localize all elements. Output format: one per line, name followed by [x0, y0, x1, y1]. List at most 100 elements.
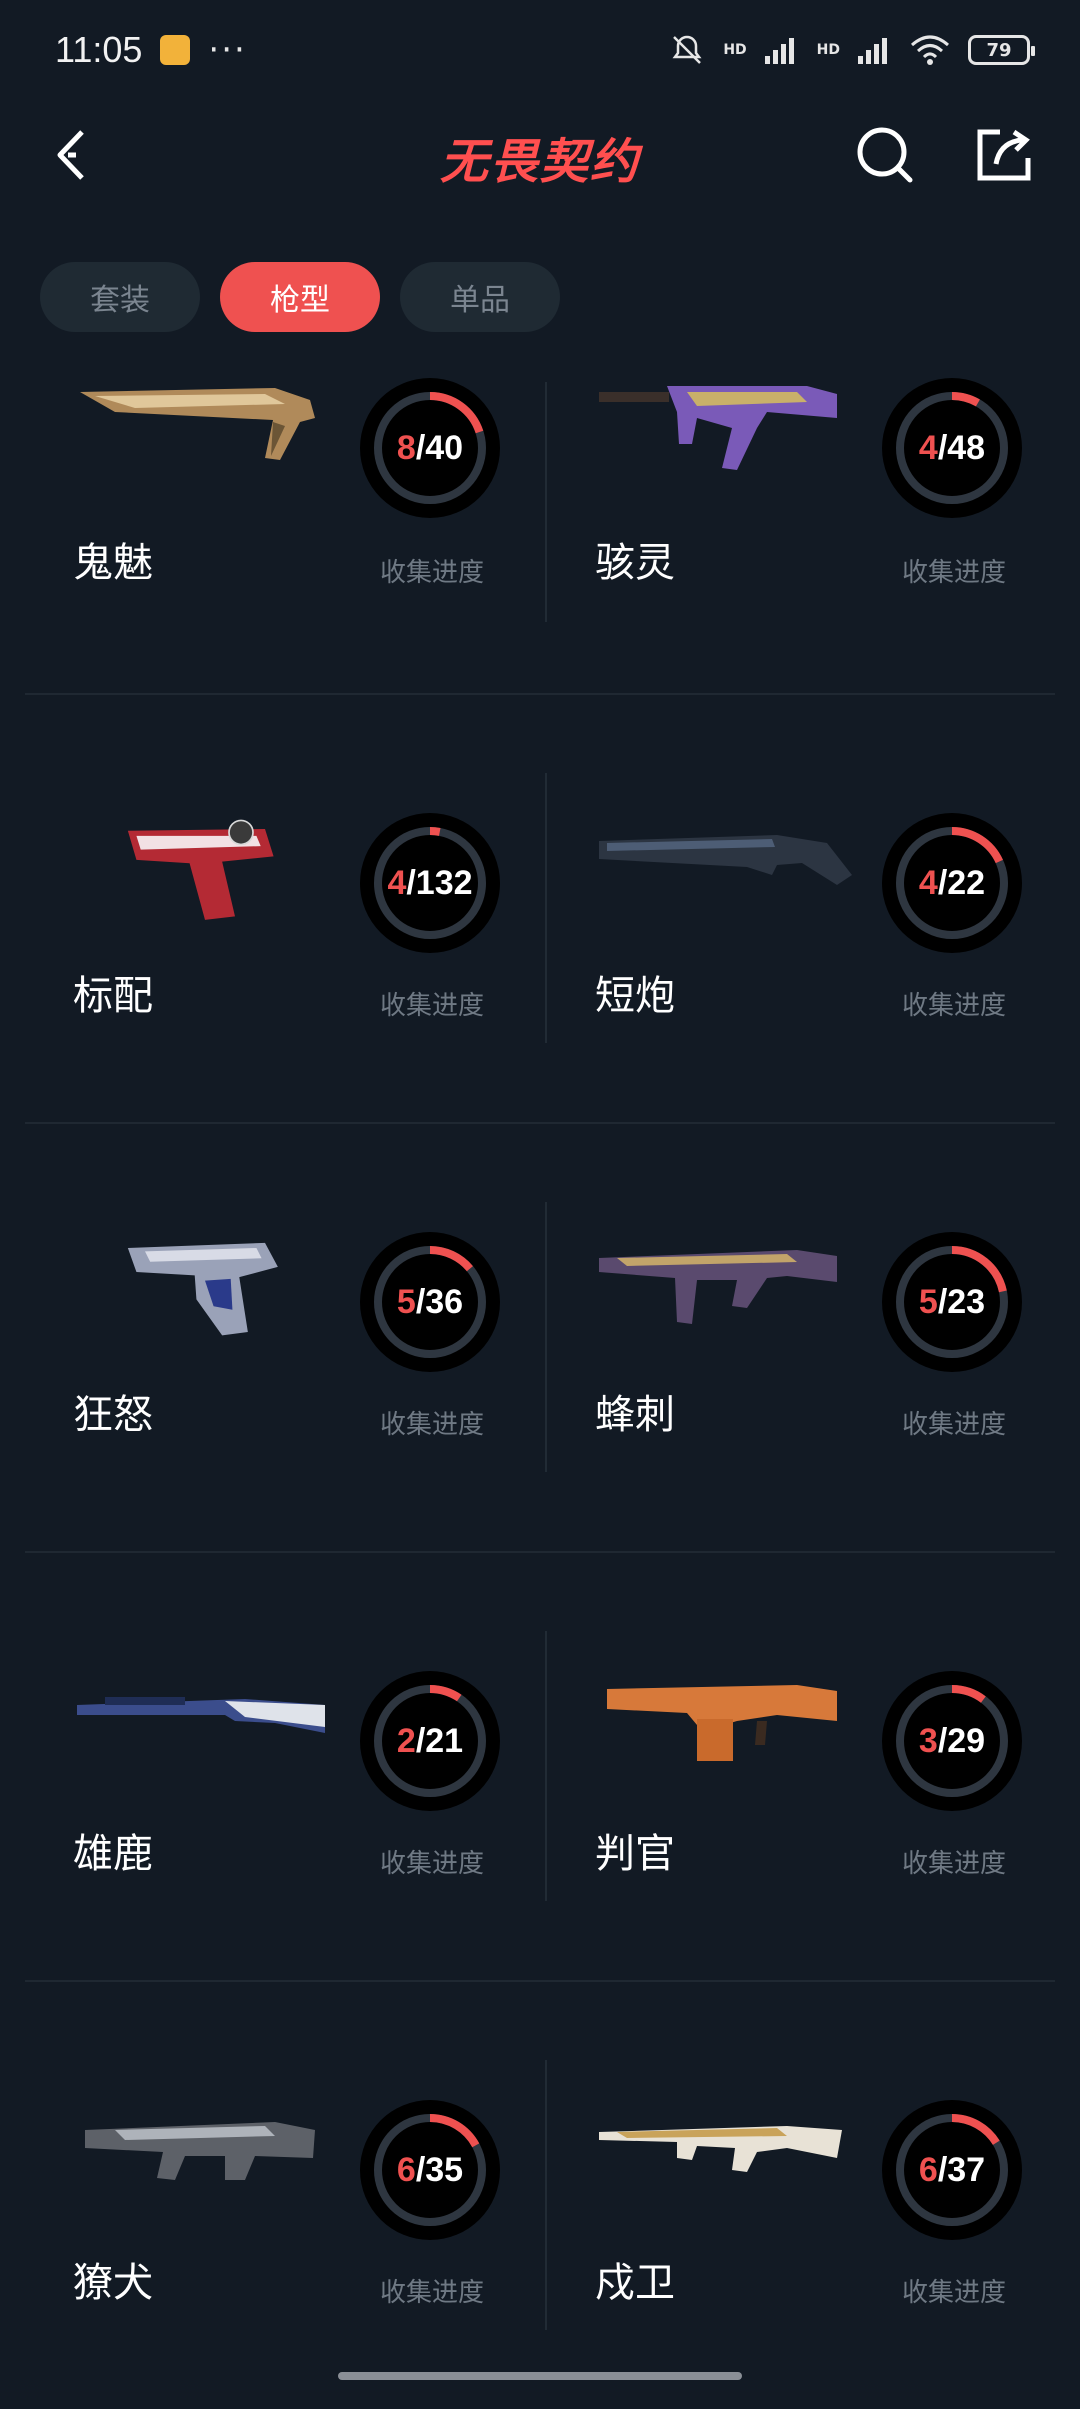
- status-time: 11:05: [55, 29, 143, 70]
- total-count: /48: [937, 428, 986, 467]
- mute-bell-icon: [672, 35, 702, 64]
- weapon-card[interactable]: 6/35 獠犬 收集进度: [25, 1982, 540, 2409]
- progress-label: 收集进度: [902, 2278, 1007, 2308]
- collected-count: 4: [918, 863, 938, 902]
- progress-count: 6/37: [882, 2100, 1022, 2240]
- weapon-image-pistol: [80, 388, 315, 460]
- progress-label: 收集进度: [380, 558, 485, 588]
- collected-count: 5: [918, 1282, 938, 1321]
- weapon-row: 4/132 标配 收集进度 4/22 短炮 收集进度: [25, 695, 1055, 1124]
- progress-count: 4/22: [882, 813, 1022, 953]
- progress-count: 6/35: [360, 2100, 500, 2240]
- progress-label: 收集进度: [380, 1849, 485, 1879]
- weapon-name: 判官: [595, 1831, 675, 1877]
- weapon-name: 雄鹿: [73, 1831, 153, 1877]
- weapon-name: 短炮: [595, 973, 675, 1019]
- total-count: /132: [406, 863, 473, 902]
- search-button[interactable]: [850, 120, 920, 190]
- collected-count: 5: [396, 1282, 416, 1321]
- weapon-image-rifle: [599, 2126, 842, 2172]
- total-count: /35: [415, 2150, 464, 2189]
- wifi-icon: [911, 35, 949, 65]
- weapon-row: 5/36 狂怒 收集进度 5/23 蜂刺 收集进度: [25, 1124, 1055, 1553]
- weapon-card[interactable]: 2/21 雄鹿 收集进度: [25, 1553, 540, 1980]
- progress-label: 收集进度: [902, 991, 1007, 1021]
- notes-app-icon: [160, 35, 191, 65]
- total-count: /37: [937, 2150, 986, 2189]
- progress-label: 收集进度: [902, 1849, 1007, 1879]
- collection-progress-ring: 6/37: [882, 2100, 1022, 2240]
- weapon-name: 戍卫: [595, 2260, 675, 2306]
- progress-count: 5/36: [360, 1232, 500, 1372]
- weapon-image-smg: [599, 386, 837, 470]
- progress-count: 4/48: [882, 378, 1022, 518]
- app-header: 无畏契约: [0, 100, 1080, 210]
- signal-1-icon: [764, 38, 794, 64]
- collection-progress-ring: 4/48: [882, 378, 1022, 518]
- collected-count: 8: [396, 428, 416, 467]
- collected-count: 2: [396, 1721, 416, 1760]
- weapon-card[interactable]: 6/37 戍卫 收集进度: [547, 1982, 1062, 2409]
- total-count: /23: [937, 1282, 986, 1321]
- collection-progress-ring: 4/132: [360, 813, 500, 953]
- weapon-name: 标配: [73, 973, 153, 1019]
- collection-progress-ring: 4/22: [882, 813, 1022, 953]
- collected-count: 4: [918, 428, 938, 467]
- progress-count: 8/40: [360, 378, 500, 518]
- more-notifications-icon: ···: [208, 30, 247, 70]
- progress-label: 收集进度: [902, 1410, 1007, 1440]
- progress-count: 3/29: [882, 1671, 1022, 1811]
- search-icon: [857, 127, 913, 183]
- collection-progress-ring: 8/40: [360, 378, 500, 518]
- tab-single-items[interactable]: 单品: [400, 262, 560, 332]
- share-icon: [977, 129, 1031, 181]
- battery-indicator: 79: [968, 35, 1035, 65]
- weapon-name: 蜂刺: [595, 1392, 675, 1438]
- total-count: /22: [937, 863, 986, 902]
- weapon-name: 獠犬: [73, 2260, 153, 2306]
- tab-sets[interactable]: 套装: [40, 262, 200, 332]
- tab-weapon-types[interactable]: 枪型: [220, 262, 380, 332]
- weapon-card[interactable]: 3/29 判官 收集进度: [547, 1553, 1062, 1980]
- weapon-image-shotgun: [599, 835, 852, 885]
- total-count: /40: [415, 428, 464, 467]
- total-count: /21: [415, 1721, 464, 1760]
- weapon-card[interactable]: 4/22 短炮 收集进度: [547, 695, 1062, 1122]
- weapon-image-rifle: [85, 2122, 315, 2180]
- share-button[interactable]: [970, 120, 1040, 190]
- weapon-card[interactable]: 4/132 标配 收集进度: [25, 695, 540, 1122]
- status-bar: 11:05 ··· HD HD 79: [0, 0, 1080, 100]
- collection-progress-ring: 5/36: [360, 1232, 500, 1372]
- status-right: HD HD 79: [669, 32, 1035, 68]
- weapon-image-pistol: [127, 1242, 278, 1336]
- weapon-image-smg: [599, 1250, 837, 1324]
- weapon-row: 8/40 鬼魅 收集进度 4/48 骇灵 收集进度: [25, 370, 1055, 695]
- progress-count: 2/21: [360, 1671, 500, 1811]
- progress-label: 收集进度: [902, 558, 1007, 588]
- progress-label: 收集进度: [380, 2278, 485, 2308]
- collected-count: 6: [918, 2150, 938, 2189]
- status-left: 11:05 ···: [55, 29, 247, 71]
- weapon-card[interactable]: 8/40 鬼魅 收集进度: [25, 370, 540, 693]
- weapon-card[interactable]: 5/36 狂怒 收集进度: [25, 1124, 540, 1551]
- total-count: /36: [415, 1282, 464, 1321]
- weapon-grid: 8/40 鬼魅 收集进度 4/48 骇灵 收集进度 4 /132 标配 收集进度…: [25, 370, 1055, 2409]
- weapon-image-shotgun: [607, 1685, 837, 1761]
- weapon-card[interactable]: 5/23 蜂刺 收集进度: [547, 1124, 1062, 1551]
- home-indicator[interactable]: [338, 2372, 742, 2380]
- collection-progress-ring: 3/29: [882, 1671, 1022, 1811]
- collection-progress-ring: 5/23: [882, 1232, 1022, 1372]
- signal-1-label: HD: [723, 42, 747, 58]
- total-count: /29: [937, 1721, 986, 1760]
- weapon-row: 6/35 獠犬 收集进度 6/37 戍卫 收集进度: [25, 1982, 1055, 2409]
- weapon-name: 骇灵: [595, 540, 675, 586]
- collected-count: 4: [387, 863, 407, 902]
- signal-2-label: HD: [816, 42, 840, 58]
- progress-label: 收集进度: [380, 1410, 485, 1440]
- weapon-name: 狂怒: [73, 1392, 153, 1438]
- progress-count: 4/132: [360, 813, 500, 953]
- progress-count: 5/23: [882, 1232, 1022, 1372]
- collected-count: 3: [918, 1721, 938, 1760]
- weapon-image-pistol: [127, 819, 274, 920]
- weapon-card[interactable]: 4/48 骇灵 收集进度: [547, 370, 1062, 693]
